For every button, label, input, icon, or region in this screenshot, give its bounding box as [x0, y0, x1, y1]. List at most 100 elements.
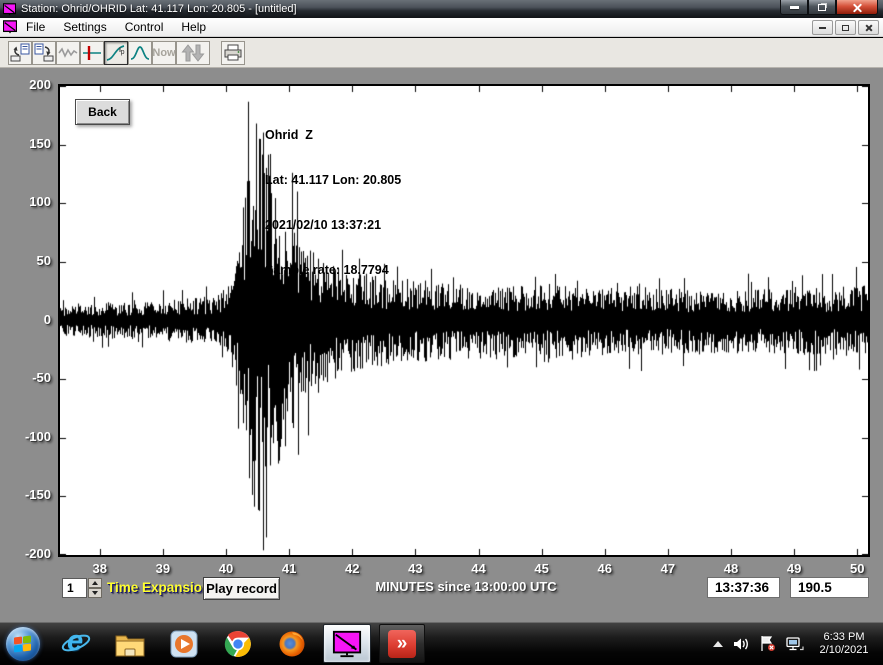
- action-center-flag-icon[interactable]: [759, 635, 776, 652]
- media-player-button[interactable]: [166, 626, 202, 662]
- amaseis-taskbar-button[interactable]: [323, 624, 371, 663]
- y-tick-label: 150: [29, 136, 51, 151]
- extract-to-file-button[interactable]: [8, 41, 32, 65]
- menu-control[interactable]: Control: [116, 19, 173, 35]
- annotation-latlon: Lat: 41.117 Lon: 20.805: [265, 173, 401, 188]
- x-tick-label: 42: [335, 561, 369, 576]
- scroll-up-down-button[interactable]: [176, 41, 210, 65]
- volume-icon[interactable]: [732, 636, 750, 652]
- y-tick-label: 50: [37, 253, 51, 268]
- screen-recorder-taskbar-button[interactable]: »: [379, 624, 425, 663]
- system-tray: 6:33 PM 2/10/2021: [713, 631, 883, 657]
- x-tick-label: 46: [588, 561, 622, 576]
- annotation-filtering: No filtering: [265, 308, 401, 323]
- amaseis-app-icon: [3, 3, 16, 16]
- y-tick-label: -150: [25, 487, 51, 502]
- amaseis-icon: [332, 629, 362, 659]
- cursor-value-display: 190.5: [790, 577, 869, 598]
- minimize-button[interactable]: [780, 0, 808, 15]
- firefox-button[interactable]: [274, 626, 310, 662]
- network-icon[interactable]: [785, 636, 804, 652]
- play-record-button[interactable]: Play record: [203, 577, 280, 600]
- internet-explorer-icon: e: [61, 629, 91, 659]
- printer-icon: [223, 43, 243, 63]
- plot-area: Back Ohrid Z Lat: 41.117 Lon: 20.805 202…: [58, 84, 870, 557]
- back-button[interactable]: Back: [75, 99, 130, 125]
- time-expansion-value[interactable]: 1: [62, 578, 87, 598]
- x-tick-label: 40: [209, 561, 243, 576]
- now-button-label: Now: [152, 47, 175, 59]
- window-title: Station: Ohrid/OHRID Lat: 41.117 Lon: 20…: [21, 3, 297, 15]
- document-arrow-up-icon: [10, 43, 30, 63]
- folder-icon: [115, 631, 145, 657]
- y-tick-label: -50: [32, 370, 51, 385]
- now-button[interactable]: Now: [152, 41, 176, 65]
- show-hidden-icons-button[interactable]: [713, 641, 723, 647]
- waveform-icon: [58, 43, 78, 63]
- mdi-restore-icon: [842, 25, 849, 31]
- x-tick-label: 50: [840, 561, 874, 576]
- close-icon: [852, 2, 863, 13]
- mdi-minimize-icon: [819, 27, 826, 29]
- x-tick-label: 45: [525, 561, 559, 576]
- screen-recorder-icon: »: [388, 630, 416, 658]
- seismogram-canvas[interactable]: [60, 86, 868, 555]
- travel-time-curve-button[interactable]: p: [104, 41, 128, 65]
- y-tick-label: 100: [29, 194, 51, 209]
- chrome-button[interactable]: [220, 626, 256, 662]
- y-tick-label: -200: [25, 546, 51, 561]
- amaseis-child-icon: [3, 20, 17, 34]
- desktop-screen: Station: Ohrid/OHRID Lat: 41.117 Lon: 20…: [0, 0, 883, 665]
- x-tick-label: 48: [714, 561, 748, 576]
- internet-explorer-button[interactable]: e: [58, 626, 94, 662]
- restore-button[interactable]: [808, 0, 836, 15]
- pick-marker-icon: [82, 43, 102, 63]
- time-expansion-spinner: [88, 578, 102, 598]
- tray-time: 6:33 PM: [813, 631, 875, 644]
- chrome-icon: [224, 630, 252, 658]
- chevron-up-icon: [92, 581, 98, 585]
- x-tick-label: 47: [651, 561, 685, 576]
- file-explorer-button[interactable]: [112, 626, 148, 662]
- menu-file[interactable]: File: [17, 19, 54, 35]
- annotation-station: Ohrid Z: [265, 128, 401, 143]
- menu-help[interactable]: Help: [172, 19, 215, 35]
- start-button[interactable]: [6, 627, 40, 661]
- mdi-restore-button[interactable]: [835, 20, 856, 35]
- y-axis-labels: 200150100500-50-100-150-200: [0, 68, 55, 622]
- windows-flag-icon: [14, 636, 32, 652]
- print-button[interactable]: [221, 41, 245, 65]
- x-tick-label: 38: [83, 561, 117, 576]
- x-tick-label: 49: [777, 561, 811, 576]
- close-button[interactable]: [836, 0, 878, 15]
- media-player-icon: [170, 630, 198, 658]
- trace-annotation: Ohrid Z Lat: 41.117 Lon: 20.805 2021/02/…: [265, 98, 401, 353]
- spinner-down-button[interactable]: [88, 588, 102, 598]
- filter-button[interactable]: [128, 41, 152, 65]
- annotation-sample-rate: Sample rate: 18.7794: [265, 263, 401, 278]
- tray-date: 2/10/2021: [813, 644, 875, 657]
- up-down-arrows-icon: [179, 43, 207, 63]
- taskbar: e: [0, 622, 883, 665]
- menu-bar: File Settings Control Help: [0, 18, 883, 37]
- x-tick-label: 41: [272, 561, 306, 576]
- time-expansion-label: Time Expansion: [107, 580, 210, 595]
- mdi-close-button[interactable]: [858, 20, 879, 35]
- restore-icon: [818, 4, 826, 11]
- taskbar-clock[interactable]: 6:33 PM 2/10/2021: [813, 631, 875, 657]
- x-tick-label: 39: [146, 561, 180, 576]
- pick-arrival-button[interactable]: [80, 41, 104, 65]
- document-arrow-down-icon: [34, 43, 54, 63]
- seismogram-panel: Back Ohrid Z Lat: 41.117 Lon: 20.805 202…: [0, 68, 883, 622]
- title-bar: Station: Ohrid/OHRID Lat: 41.117 Lon: 20…: [0, 0, 883, 18]
- y-tick-label: 0: [44, 312, 51, 327]
- view-helicorder-button[interactable]: [56, 41, 80, 65]
- mdi-minimize-button[interactable]: [812, 20, 833, 35]
- bell-curve-icon: [130, 43, 150, 63]
- spinner-up-button[interactable]: [88, 578, 102, 588]
- mdi-window-controls: [812, 20, 879, 35]
- save-to-file-button[interactable]: [32, 41, 56, 65]
- y-tick-label: -100: [25, 429, 51, 444]
- minimize-icon: [790, 6, 799, 9]
- menu-settings[interactable]: Settings: [54, 19, 115, 35]
